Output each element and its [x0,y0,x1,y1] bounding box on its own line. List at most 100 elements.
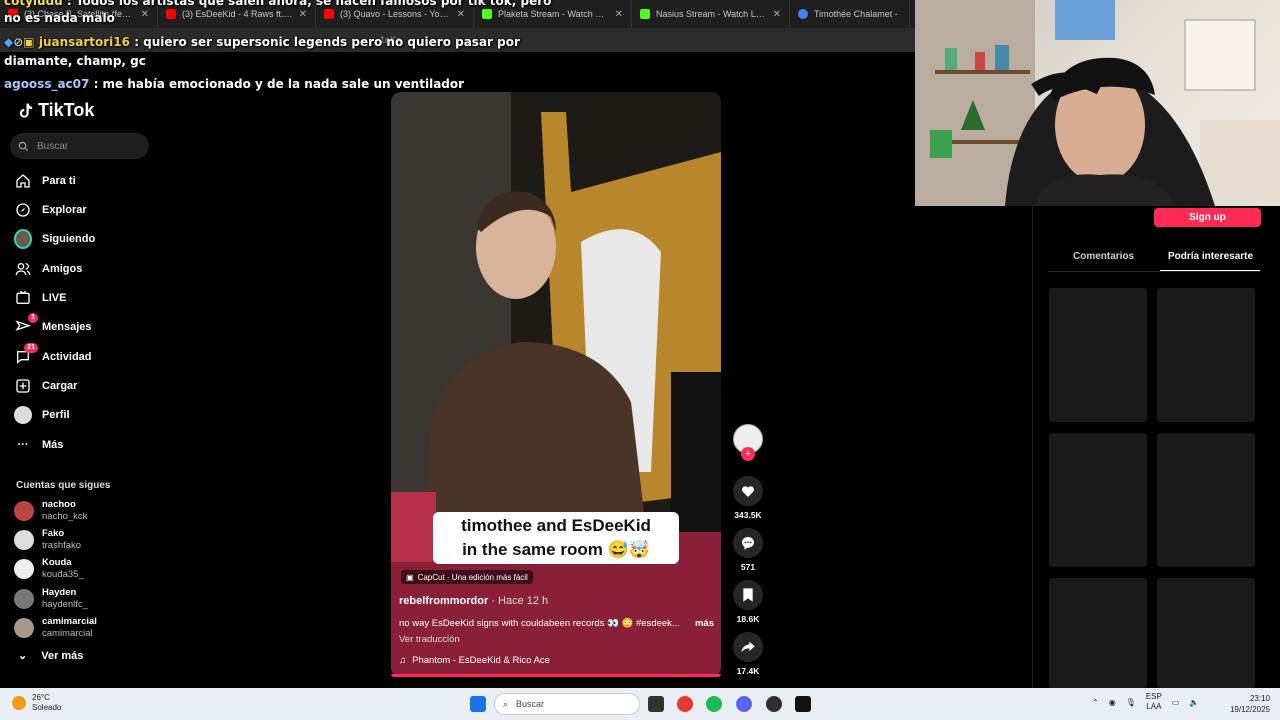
nav-mas[interactable]: ··· Más [14,436,64,454]
music-info[interactable]: ♫ Phantom - EsDeeKid & Rico Ace [399,655,550,666]
network-icon[interactable]: ◉ [1109,698,1116,707]
suggested-video-thumbnail[interactable] [1157,288,1255,422]
notification-badge: 21 [24,343,38,353]
nav-live[interactable]: LIVE [14,289,66,307]
avatar [14,501,34,521]
video-author[interactable]: rebelfrommordor · Hace 12 h [399,595,548,607]
chevron-up-icon[interactable]: ⌃ [1092,698,1099,707]
discord-icon[interactable] [736,696,752,712]
friends-icon [14,260,32,278]
nav-siguiendo[interactable]: Siguiendo [14,229,95,249]
capcut-icon: ▣ [406,572,414,582]
video-description: no way EsDeeKid signs with couldabeen re… [399,618,714,629]
tab-comentarios[interactable]: Comentarios [1073,251,1134,262]
microphone-icon[interactable]: 🎙 [1126,698,1136,707]
compass-icon [14,201,32,219]
following-account[interactable]: Kouda kouda35_ [14,557,84,581]
suggested-video-thumbnail[interactable] [1157,578,1255,688]
webcam-overlay [915,0,1280,206]
tiktok-logo[interactable]: TikTok [16,100,94,121]
upload-icon [14,377,32,395]
notification-badge: 1 [28,313,38,323]
video-frame [391,92,721,677]
more-icon: ··· [17,439,29,451]
address-bar[interactable]: 1oKa [0,28,915,52]
live-icon [14,289,32,307]
suggested-video-thumbnail[interactable] [1157,433,1255,567]
suggested-video-thumbnail[interactable] [1049,433,1147,567]
close-tab-icon[interactable]: ✕ [773,9,781,20]
browser-tab[interactable]: Timothée Chalamet - [790,0,910,28]
nav-perfil[interactable]: Perfil [14,406,70,424]
avatar [14,530,34,550]
spotify-icon[interactable] [706,696,722,712]
nav-cargar[interactable]: Cargar [14,377,77,395]
bookmark-icon [733,580,763,610]
following-account[interactable]: camimarcial camimarcial [14,616,97,640]
more-link[interactable]: más [695,618,714,629]
avatar [14,589,34,609]
weather-sun-icon [12,696,26,710]
home-icon [14,172,32,190]
comment-icon [733,528,763,558]
creator-avatar[interactable]: + [733,424,763,461]
like-button[interactable]: 343.5K [733,476,763,520]
save-button[interactable]: 18.6K [733,580,763,624]
browser-tab[interactable]: Nasius Stream - Watch Live on✕ [632,0,790,28]
language-indicator[interactable]: ESP LAA [1146,692,1162,712]
panel-divider [1032,206,1033,688]
webcam-feed [915,0,1280,206]
following-account[interactable]: Fako trashfako [14,528,81,552]
kick-icon [482,9,492,19]
see-more-button[interactable]: ⌄ Ver más [18,649,83,663]
chat-message: diamante, champ, gc [4,54,146,68]
tab-podria-interesarte[interactable]: Podría interesarte [1168,251,1253,262]
close-tab-icon[interactable]: ✕ [141,9,149,20]
display-icon[interactable]: ▭ [1172,698,1180,707]
tiktok-note-icon [19,103,33,118]
suggested-video-thumbnail[interactable] [1049,578,1147,688]
avatar [14,559,34,579]
video-player[interactable]: timothee and EsDeeKid in the same room 😅… [391,92,721,677]
video-caption: timothee and EsDeeKid in the same room 😅… [433,512,679,564]
windows-taskbar: 26°C Soleado ⌕ Buscar ⌃ ◉ 🎙 ESP LAA ▭ 🔈 23… [0,688,1280,720]
capcut-tag[interactable]: ▣ CapCut · Una edición más fácil [401,570,533,584]
following-header: Cuentas que sigues [16,480,111,491]
chrome-icon[interactable] [677,696,693,712]
obs-icon[interactable] [766,696,782,712]
activity-icon: 21 [14,343,38,366]
nav-mensajes[interactable]: 1 Mensajes [14,313,92,336]
share-button[interactable]: 17.4K [733,632,763,676]
tiktok-app-icon[interactable] [795,696,811,712]
browser-tab[interactable]: (3) EsDeeKid - 4 Raws ft. Timot✕ [158,0,316,28]
translate-link[interactable]: Ver traducción [399,634,460,645]
nav-explorar[interactable]: Explorar [14,201,87,219]
google-icon [798,9,808,19]
browser-tab[interactable]: (3) Quavo - Lessons - YouTube✕ [316,0,474,28]
nav-actividad[interactable]: 21 Actividad [14,343,92,366]
task-view-icon[interactable] [648,696,664,712]
sign-up-button[interactable]: Sign up [1154,208,1261,227]
following-account[interactable]: Hayden haydenlfc_ [14,587,88,611]
comment-button[interactable]: 571 [733,528,763,572]
kick-icon [640,9,650,19]
weather-widget[interactable]: 26°C Soleado [12,693,61,713]
close-tab-icon[interactable]: ✕ [299,9,307,20]
clock[interactable]: 23:10 19/12/2025 [1222,693,1270,715]
volume-icon[interactable]: 🔈 [1189,698,1199,707]
nav-para-ti[interactable]: Para ti [14,172,76,190]
nav-amigos[interactable]: Amigos [14,260,82,278]
suggested-video-thumbnail[interactable] [1049,288,1147,422]
windows-start-icon[interactable] [470,696,486,712]
chat-message: agooss_ac07 : me había emocionado y de l… [4,77,465,91]
close-tab-icon[interactable]: ✕ [615,9,623,20]
browser-tab[interactable]: Plaketa Stream - Watch Live on✕ [474,0,632,28]
browser-tab[interactable]: (3) Chase B, Satellite (feat. Do ✕ [0,0,158,28]
search-input[interactable]: Buscar [10,133,149,159]
tiktok-sidebar: TikTok Buscar Para ti Explorar Siguiendo… [0,96,160,688]
follow-plus-icon[interactable]: + [741,447,755,461]
search-icon: ⌕ [503,698,509,709]
following-account[interactable]: nachoo nacho_kck [14,499,87,523]
taskbar-search[interactable]: ⌕ Buscar [494,693,640,715]
close-tab-icon[interactable]: ✕ [457,9,465,20]
